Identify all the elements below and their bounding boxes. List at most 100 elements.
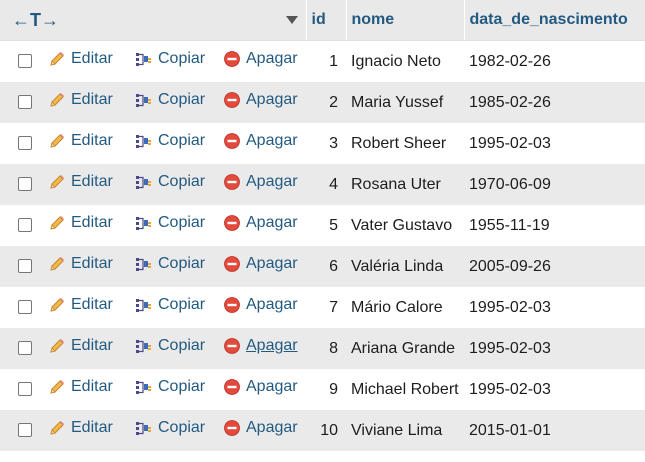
- row-checkbox[interactable]: [18, 136, 32, 151]
- cell-data-de-nascimento[interactable]: 1955-11-19: [464, 205, 645, 246]
- edit-link[interactable]: Editar: [48, 337, 113, 355]
- cell-id[interactable]: 10: [306, 410, 346, 451]
- cell-data-de-nascimento[interactable]: 1970-06-09: [464, 164, 645, 205]
- delete-icon: [224, 92, 240, 108]
- cell-data-de-nascimento[interactable]: 2005-09-26: [464, 246, 645, 287]
- delete-link[interactable]: Apagar: [223, 378, 298, 396]
- delete-link[interactable]: Apagar: [223, 50, 298, 68]
- column-header-data-de-nascimento[interactable]: data_de_nascimento: [463, 0, 645, 41]
- copy-link[interactable]: Copiar: [135, 173, 205, 191]
- cell-id[interactable]: 4: [306, 164, 346, 205]
- copy-link[interactable]: Copiar: [135, 419, 205, 437]
- table-row: Editar Copiar Apagar 5 Vater Gustavo 1955-11-…: [0, 205, 645, 246]
- copy-link[interactable]: Copiar: [135, 91, 205, 109]
- copy-link[interactable]: Copiar: [135, 214, 205, 232]
- delete-label: Apagar: [246, 91, 298, 108]
- edit-link[interactable]: Editar: [48, 214, 113, 232]
- sort-triangle-icon[interactable]: [285, 16, 298, 24]
- cell-id[interactable]: 1: [306, 40, 346, 82]
- edit-label: Editar: [71, 91, 113, 108]
- cell-id[interactable]: 5: [306, 205, 346, 246]
- delete-link[interactable]: Apagar: [223, 132, 298, 150]
- delete-link[interactable]: Apagar: [223, 214, 298, 232]
- cell-id[interactable]: 9: [306, 369, 346, 410]
- cell-id[interactable]: 7: [306, 287, 346, 328]
- edit-link[interactable]: Editar: [48, 132, 113, 150]
- table-row: Editar Copiar Apagar 2 Maria Yussef 1985-02-2…: [0, 82, 645, 123]
- cell-data-de-nascimento[interactable]: 1995-02-03: [464, 328, 645, 369]
- copy-cell: Copiar: [135, 369, 223, 410]
- cell-data-de-nascimento[interactable]: 1995-02-03: [464, 123, 645, 164]
- row-checkbox[interactable]: [18, 423, 32, 438]
- row-checkbox[interactable]: [18, 382, 32, 397]
- copy-link[interactable]: Copiar: [135, 296, 205, 314]
- edit-link[interactable]: Editar: [48, 50, 113, 68]
- edit-cell: Editar: [48, 369, 135, 410]
- delete-label: Apagar: [246, 255, 298, 272]
- edit-label: Editar: [71, 173, 113, 190]
- cell-id[interactable]: 2: [306, 82, 346, 123]
- edit-cell: Editar: [48, 123, 135, 164]
- cell-nome[interactable]: Mário Calore: [346, 287, 464, 328]
- cell-data-de-nascimento[interactable]: 1985-02-26: [464, 82, 645, 123]
- edit-label: Editar: [71, 255, 113, 272]
- copy-link[interactable]: Copiar: [135, 132, 205, 150]
- row-checkbox[interactable]: [18, 300, 32, 315]
- cell-id[interactable]: 6: [306, 246, 346, 287]
- delete-link[interactable]: Apagar: [223, 419, 298, 437]
- delete-label: Apagar: [246, 337, 298, 354]
- copy-label: Copiar: [158, 50, 206, 67]
- column-resize-arrows-icon[interactable]: ←T→: [12, 10, 59, 31]
- cell-nome[interactable]: Rosana Uter: [346, 164, 464, 205]
- copy-link[interactable]: Copiar: [135, 378, 205, 396]
- delete-link[interactable]: Apagar: [223, 296, 298, 314]
- cell-nome[interactable]: Valéria Linda: [346, 246, 464, 287]
- cell-nome[interactable]: Robert Sheer: [346, 123, 464, 164]
- pencil-icon: [50, 175, 64, 189]
- cell-id[interactable]: 3: [306, 123, 346, 164]
- edit-label: Editar: [71, 419, 113, 436]
- copy-cell: Copiar: [135, 164, 223, 205]
- table-row: Editar Copiar Apagar 10 Viviane Lima 2015-01-…: [0, 410, 645, 451]
- cell-nome[interactable]: Maria Yussef: [346, 82, 464, 123]
- delete-cell: Apagar: [223, 410, 306, 451]
- copy-label: Copiar: [158, 255, 206, 272]
- row-checkbox[interactable]: [18, 177, 32, 192]
- delete-link[interactable]: Apagar: [223, 91, 298, 109]
- copy-icon: [136, 135, 151, 148]
- row-checkbox[interactable]: [18, 259, 32, 274]
- cell-nome[interactable]: Michael Robert: [346, 369, 464, 410]
- copy-link[interactable]: Copiar: [135, 337, 205, 355]
- table-row: Editar Copiar Apagar 7 Mário Calore 1995-02-0…: [0, 287, 645, 328]
- row-checkbox[interactable]: [18, 54, 32, 69]
- edit-label: Editar: [71, 378, 113, 395]
- cell-data-de-nascimento[interactable]: 1982-02-26: [464, 40, 645, 82]
- edit-link[interactable]: Editar: [48, 255, 113, 273]
- delete-link[interactable]: Apagar: [223, 173, 298, 191]
- cell-id[interactable]: 8: [306, 328, 346, 369]
- cell-nome[interactable]: Ariana Grande: [346, 328, 464, 369]
- cell-data-de-nascimento[interactable]: 1995-02-03: [464, 287, 645, 328]
- row-checkbox[interactable]: [18, 95, 32, 110]
- cell-nome[interactable]: Vater Gustavo: [346, 205, 464, 246]
- cell-nome[interactable]: Viviane Lima: [346, 410, 464, 451]
- edit-link[interactable]: Editar: [48, 378, 113, 396]
- row-checkbox[interactable]: [18, 218, 32, 233]
- edit-link[interactable]: Editar: [48, 173, 113, 191]
- edit-link[interactable]: Editar: [48, 91, 113, 109]
- edit-link[interactable]: Editar: [48, 419, 113, 437]
- delete-link[interactable]: Apagar: [223, 255, 298, 273]
- pencil-icon: [50, 216, 64, 230]
- cell-data-de-nascimento[interactable]: 2015-01-01: [464, 410, 645, 451]
- column-header-id[interactable]: id: [305, 0, 346, 41]
- copy-link[interactable]: Copiar: [135, 255, 205, 273]
- edit-link[interactable]: Editar: [48, 296, 113, 314]
- cell-data-de-nascimento[interactable]: 1995-02-03: [464, 369, 645, 410]
- copy-link[interactable]: Copiar: [135, 50, 205, 68]
- copy-cell: Copiar: [135, 246, 223, 287]
- delete-icon: [224, 215, 240, 231]
- column-header-nome[interactable]: nome: [345, 0, 464, 41]
- cell-nome[interactable]: Ignacio Neto: [346, 40, 464, 82]
- row-checkbox[interactable]: [18, 341, 32, 356]
- delete-link[interactable]: Apagar: [223, 337, 298, 355]
